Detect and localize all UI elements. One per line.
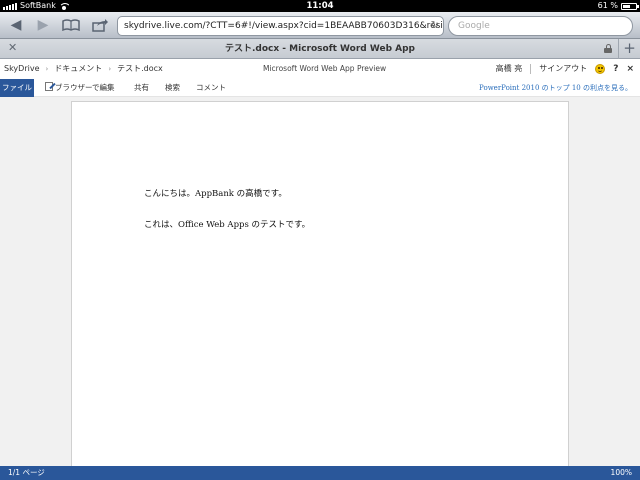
header-actions: 高橋 亮 サインアウト ? × (496, 59, 634, 79)
share-button[interactable]: 共有 (134, 79, 149, 97)
document-paragraph: こんにちは。AppBank の高橋です。 (144, 189, 287, 199)
comment-button[interactable]: コメント (196, 79, 226, 97)
sign-out-link[interactable]: サインアウト (539, 59, 587, 79)
ribbon: ファイル ブラウザーで編集 共有 検索 コメント PowerPoint 2010… (0, 79, 640, 97)
ios-status-bar: SoftBank 11:04 61 % (0, 0, 640, 12)
lock-icon (604, 44, 612, 53)
zoom-control[interactable]: 100% (611, 466, 632, 480)
reload-icon[interactable]: ↻ (431, 17, 439, 35)
forward-icon[interactable]: ▶ (33, 16, 53, 34)
document-canvas[interactable]: こんにちは。AppBank の高橋です。 これは、Office Web Apps… (0, 97, 640, 466)
app-header: SkyDrive › ドキュメント › テスト.docx Microsoft W… (0, 59, 640, 79)
battery-fill (623, 4, 630, 8)
breadcrumb: SkyDrive › ドキュメント › テスト.docx (4, 59, 163, 79)
feedback-smiley-icon[interactable] (595, 64, 606, 74)
search-field[interactable]: Google (448, 16, 633, 36)
app-title: Microsoft Word Web App Preview (263, 64, 387, 73)
bookmarks-icon[interactable] (61, 16, 81, 34)
tab-title[interactable]: テスト.docx - Microsoft Word Web App (0, 39, 640, 59)
clock: 11:04 (306, 1, 334, 11)
tab-bar: ✕ テスト.docx - Microsoft Word Web App + (0, 39, 640, 59)
close-icon[interactable]: × (626, 59, 634, 79)
share-action-icon[interactable] (90, 16, 110, 34)
divider (530, 64, 532, 74)
page-indicator: 1/1 ページ (8, 468, 45, 477)
address-bar[interactable]: skydrive.live.com/?CTT=6#!/view.aspx?cid… (117, 16, 444, 36)
status-right: 61 % (597, 0, 639, 12)
app-status-bar: 1/1 ページ 100% (0, 466, 640, 480)
promo-link[interactable]: PowerPoint 2010 のトップ 10 の利点を見る。 (479, 79, 632, 97)
battery-percent: 61 % (597, 1, 618, 10)
breadcrumb-documents[interactable]: ドキュメント (54, 59, 102, 79)
document-page: こんにちは。AppBank の高橋です。 これは、Office Web Apps… (71, 101, 569, 466)
edit-in-browser-label: ブラウザーで編集 (55, 83, 115, 92)
file-tab[interactable]: ファイル (0, 79, 34, 97)
chevron-right-icon: › (108, 65, 112, 73)
edit-document-icon (45, 82, 53, 91)
browser-toolbar: ◀ ▶ skydrive.live.com/?CTT=6#!/view.aspx… (0, 12, 640, 39)
edit-in-browser-button[interactable]: ブラウザーで編集 (45, 79, 115, 97)
user-name: 高橋 亮 (495, 64, 523, 73)
help-icon[interactable]: ? (613, 59, 618, 79)
search-button[interactable]: 検索 (165, 79, 180, 97)
new-tab-button[interactable]: + (618, 39, 640, 59)
back-icon[interactable]: ◀ (6, 16, 26, 34)
chevron-right-icon: › (45, 65, 49, 73)
breadcrumb-file[interactable]: テスト.docx (117, 59, 163, 79)
url-text: skydrive.live.com/?CTT=6#!/view.aspx?cid… (124, 21, 444, 31)
document-paragraph: これは、Office Web Apps のテストです。 (144, 220, 311, 230)
breadcrumb-skydrive[interactable]: SkyDrive (4, 59, 40, 79)
battery-icon (621, 2, 639, 10)
